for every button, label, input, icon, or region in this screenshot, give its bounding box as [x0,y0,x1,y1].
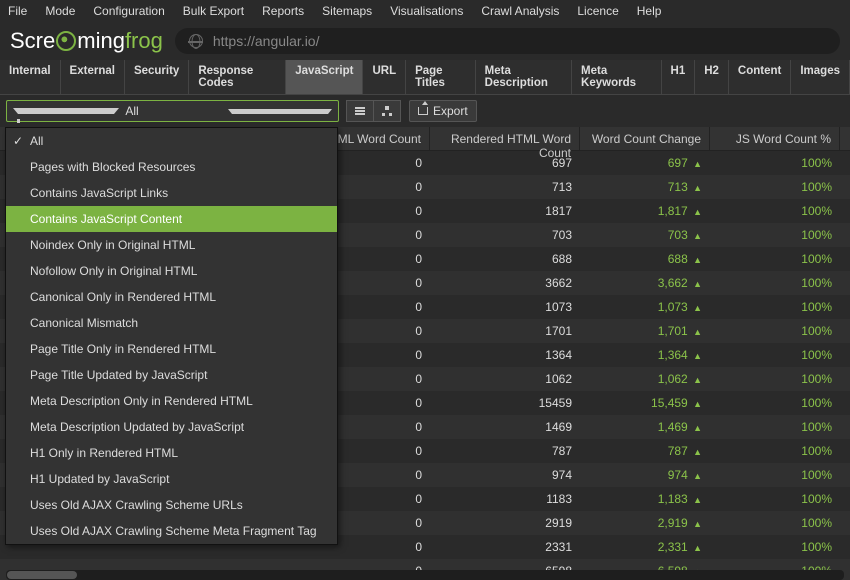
menu-visualisations[interactable]: Visualisations [390,4,463,18]
tab-response-codes[interactable]: Response Codes [189,60,286,94]
menu-mode[interactable]: Mode [45,4,75,18]
filter-option[interactable]: Pages with Blocked Resources [6,154,337,180]
export-button[interactable]: Export [409,100,477,122]
menu-sitemaps[interactable]: Sitemaps [322,4,372,18]
tab-page-titles[interactable]: Page Titles [406,60,476,94]
menu-crawl-analysis[interactable]: Crawl Analysis [481,4,559,18]
logo-frog-icon [56,31,76,51]
list-icon [355,110,365,112]
tab-h2[interactable]: H2 [695,60,729,94]
export-icon [418,107,428,115]
table-area: ML Word Count Rendered HTML Word Count W… [0,127,850,580]
tab-security[interactable]: Security [125,60,189,94]
tab-images[interactable]: Images [791,60,850,94]
menu-file[interactable]: File [8,4,27,18]
menu-bulk-export[interactable]: Bulk Export [183,4,244,18]
filter-option[interactable]: Uses Old AJAX Crawling Scheme Meta Fragm… [6,518,337,544]
tree-icon [382,106,392,116]
filter-option[interactable]: Contains JavaScript Content [6,206,337,232]
filter-option[interactable]: Nofollow Only in Original HTML [6,258,337,284]
caret-down-icon [228,109,332,114]
filter-option[interactable]: Uses Old AJAX Crawling Scheme URLs [6,492,337,518]
filter-option[interactable]: Contains JavaScript Links [6,180,337,206]
view-toggle [347,100,401,122]
url-input[interactable]: https://angular.io/ [175,28,840,54]
tabs-row: InternalExternalSecurityResponse CodesJa… [0,60,850,95]
filter-option[interactable]: Canonical Only in Rendered HTML [6,284,337,310]
filter-option[interactable]: Meta Description Only in Rendered HTML [6,388,337,414]
logo-text: Scre [10,28,55,54]
filter-option[interactable]: Meta Description Updated by JavaScript [6,414,337,440]
col-change[interactable]: Word Count Change [580,127,710,150]
filter-dropdown[interactable]: All [6,100,339,122]
tab-h1[interactable]: H1 [662,60,696,94]
menu-licence[interactable]: Licence [577,4,618,18]
tab-meta-keywords[interactable]: Meta Keywords [572,60,661,94]
export-label: Export [433,104,468,118]
tab-content[interactable]: Content [729,60,791,94]
filter-option[interactable]: Canonical Mismatch [6,310,337,336]
tab-external[interactable]: External [61,60,125,94]
tab-url[interactable]: URL [363,60,406,94]
tab-meta-description[interactable]: Meta Description [476,60,572,94]
filter-dropdown-menu: AllPages with Blocked ResourcesContains … [5,127,338,545]
url-text: https://angular.io/ [213,33,320,49]
col-rendered[interactable]: Rendered HTML Word Count [430,127,580,150]
menu-reports[interactable]: Reports [262,4,304,18]
col-pct[interactable]: JS Word Count % [710,127,840,150]
filter-label: All [125,104,221,118]
filter-option[interactable]: Page Title Only in Rendered HTML [6,336,337,362]
filter-option[interactable]: H1 Only in Rendered HTML [6,440,337,466]
tab-javascript[interactable]: JavaScript [286,60,363,94]
header-bar: Scre ming frog https://angular.io/ [0,22,850,60]
tree-view-button[interactable] [373,100,401,122]
filter-option[interactable]: H1 Updated by JavaScript [6,466,337,492]
filter-option[interactable]: All [6,128,337,154]
menubar: File Mode Configuration Bulk Export Reports S… [0,0,850,22]
filter-option[interactable]: Page Title Updated by JavaScript [6,362,337,388]
logo: Scre ming frog [10,28,163,54]
list-view-button[interactable] [346,100,374,122]
tab-internal[interactable]: Internal [0,60,61,94]
filter-row: All Export [0,95,850,127]
scrollbar-thumb[interactable] [7,571,77,579]
globe-icon [189,34,203,48]
menu-configuration[interactable]: Configuration [93,4,164,18]
menu-help[interactable]: Help [637,4,662,18]
filter-option[interactable]: Noindex Only in Original HTML [6,232,337,258]
logo-text: ming [77,28,125,54]
logo-brand: frog [125,28,163,54]
funnel-icon [13,108,119,114]
horizontal-scrollbar[interactable] [6,570,844,580]
